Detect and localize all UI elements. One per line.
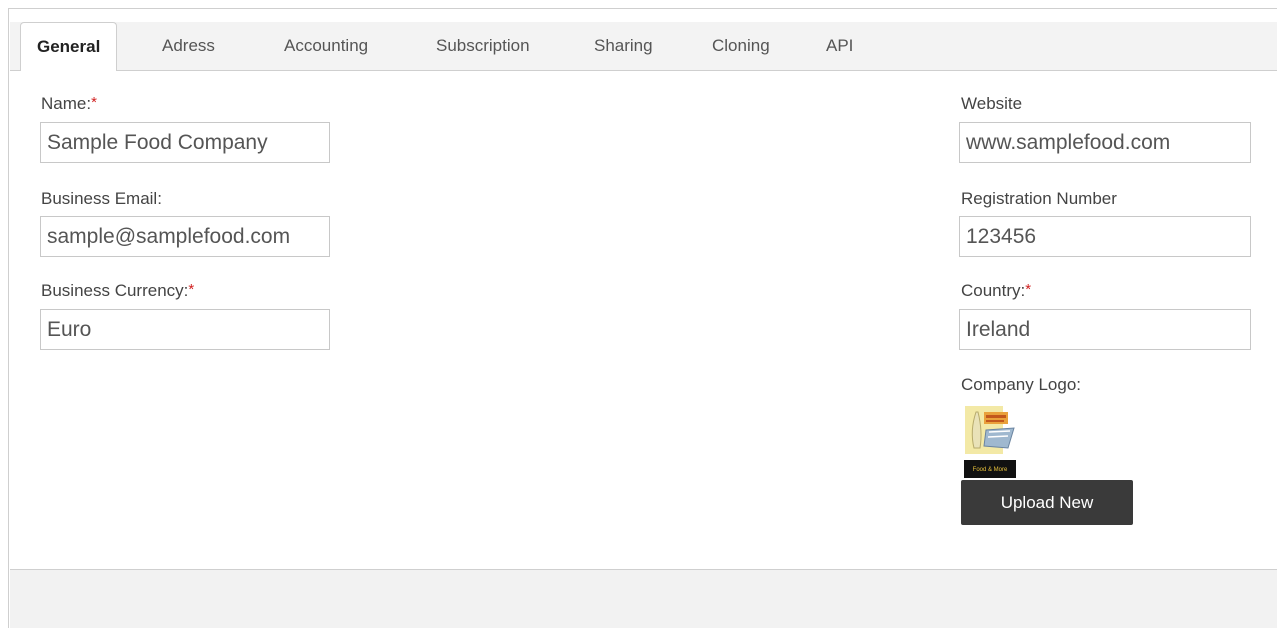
tab-bar: General Adress Accounting Subscription S…	[10, 22, 1277, 71]
registration-number-field[interactable]	[959, 216, 1251, 257]
tab-address[interactable]: Adress	[162, 36, 215, 56]
website-label: Website	[961, 94, 1022, 114]
website-label-text: Website	[961, 94, 1023, 113]
name-label-text: Name:	[41, 94, 92, 113]
footer-bar	[10, 569, 1277, 628]
required-mark: *	[188, 281, 195, 298]
tab-cloning[interactable]: Cloning	[712, 36, 770, 56]
business-currency-label: Business Currency:*	[41, 281, 194, 301]
required-mark: *	[91, 94, 97, 111]
business-email-label: Business Email:	[41, 189, 162, 209]
logo-caption: Food & More	[973, 467, 1008, 473]
tab-sharing[interactable]: Sharing	[594, 36, 653, 56]
registration-number-label-text: Registration Number	[961, 189, 1117, 208]
company-logo-label-text: Company Logo:	[961, 375, 1082, 394]
registration-number-label: Registration Number	[961, 189, 1117, 209]
name-label: Name:*	[41, 94, 97, 114]
country-label-text: Country:	[961, 281, 1026, 300]
business-email-label-text: Business Email:	[41, 189, 162, 208]
tab-accounting[interactable]: Accounting	[284, 36, 368, 56]
name-field[interactable]	[40, 122, 330, 163]
business-currency-field[interactable]	[40, 309, 330, 350]
tab-api[interactable]: API	[826, 36, 853, 56]
tab-general[interactable]: General	[20, 22, 118, 71]
tab-subscription[interactable]: Subscription	[436, 36, 530, 56]
country-field[interactable]	[959, 309, 1251, 350]
website-field[interactable]	[959, 122, 1251, 163]
country-label: Country:*	[961, 281, 1031, 301]
company-logo-label: Company Logo:	[961, 375, 1081, 395]
upload-new-button[interactable]: Upload New	[961, 480, 1133, 525]
required-mark: *	[1025, 281, 1032, 298]
business-email-field[interactable]	[40, 216, 330, 257]
company-logo-image: Food & More	[962, 402, 1018, 480]
business-currency-label-text: Business Currency:	[41, 281, 189, 300]
